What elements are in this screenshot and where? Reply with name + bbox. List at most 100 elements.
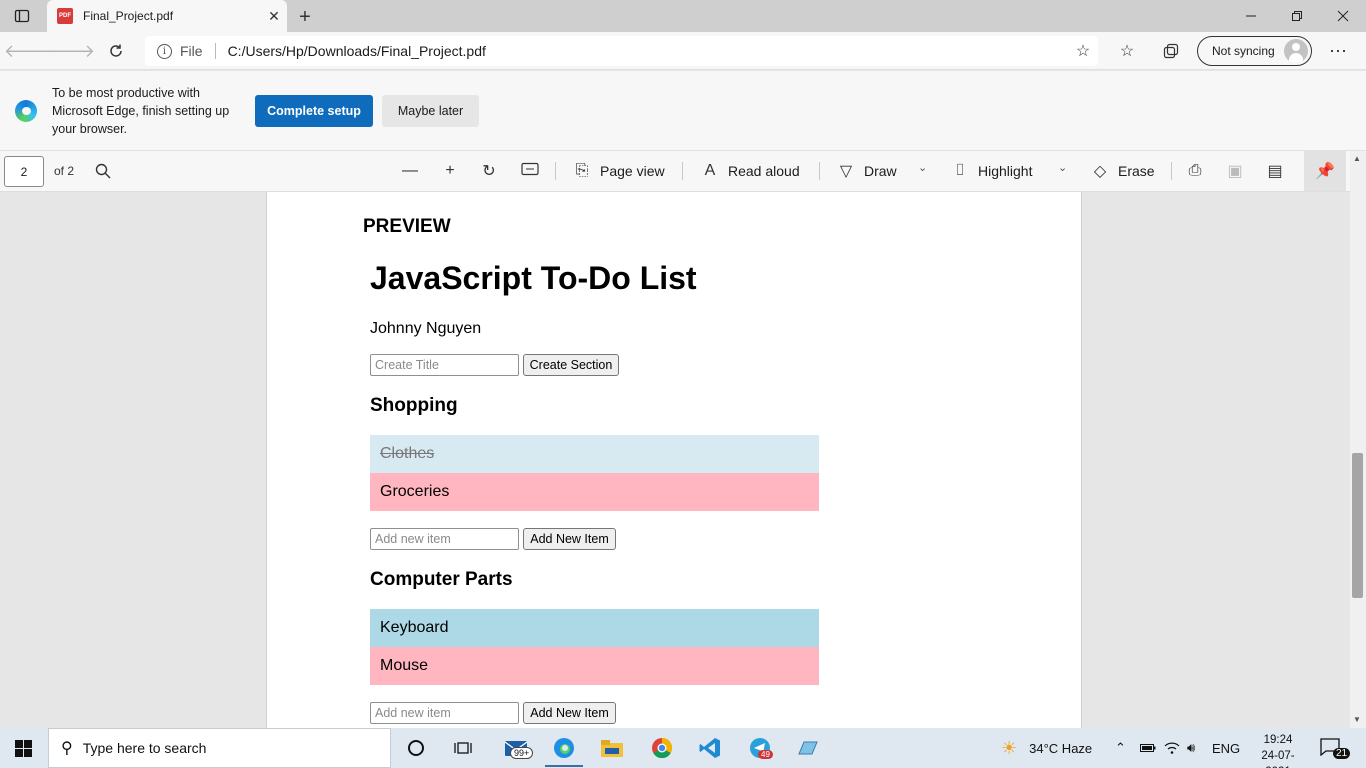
banner-message: To be most productive with Microsoft Edg… [52,86,230,136]
highlight-label: Highlight [978,163,1033,179]
edge-taskbar-icon[interactable] [548,732,580,764]
draw-icon: ▽ [839,163,853,180]
toolbar-divider [819,162,820,180]
navigation-bar: 🡐 🡒 i File C:/Users/Hp/Downloads/Final_P… [0,32,1366,70]
setup-banner: To be most productive with Microsoft Edg… [0,71,1366,151]
url-text[interactable]: C:/Users/Hp/Downloads/Final_Project.pdf [228,43,1068,59]
highlight-options-chevron-down-icon[interactable]: ⌄ [1058,161,1067,174]
highlight-icon: ⌷ [955,162,965,179]
tab-final-project[interactable]: PDF Final_Project.pdf ✕ [47,0,287,32]
back-icon[interactable]: 🡐 [4,37,52,65]
rotate-icon[interactable]: ↻ [481,159,507,183]
address-bar[interactable]: i File C:/Users/Hp/Downloads/Final_Proje… [145,36,1098,66]
section-title: Shopping [370,395,458,416]
print-icon[interactable]: ⎙ [1187,159,1213,183]
vscode-icon[interactable] [694,732,726,764]
highlight-button[interactable]: ⌷ Highlight [952,159,1032,183]
close-window-icon[interactable] [1320,0,1366,32]
fit-width-icon[interactable] [521,159,549,183]
erase-button[interactable]: ◇ Erase [1092,159,1155,183]
draw-options-chevron-down-icon[interactable]: ⌄ [918,161,927,174]
page-number-input[interactable]: 2 [4,156,44,187]
list-item[interactable]: Mouse [370,647,819,685]
page-total: of 2 [54,164,75,178]
address-divider [214,43,216,59]
tab-actions-icon[interactable] [14,8,30,24]
paint-icon[interactable] [792,732,824,764]
scroll-down-icon[interactable]: ▼ [1353,715,1361,724]
toolbar-divider [1171,162,1172,180]
tab-close-icon[interactable]: ✕ [261,3,287,29]
task-view-icon[interactable] [447,732,479,764]
add-item-button[interactable]: Add New Item [523,528,616,550]
taskbar-search-box[interactable]: ⚲ Type here to search [48,728,391,768]
weather-text: 34°C Haze [1029,740,1093,756]
complete-setup-button[interactable]: Complete setup [255,95,373,127]
create-section-button[interactable]: Create Section [523,354,619,376]
edge-active-indicator [545,765,583,767]
pin-toolbar-icon[interactable]: 📌 [1304,151,1346,191]
mail-badge: 99+ [510,747,534,759]
add-favorite-icon[interactable]: ☆ [1068,36,1098,66]
info-icon[interactable]: i [157,43,172,59]
author-name: Johnny Nguyen [370,320,482,337]
new-tab-button[interactable]: + [292,4,318,30]
file-explorer-icon[interactable] [596,732,628,764]
zoom-out-icon[interactable]: — [402,159,428,183]
draw-button[interactable]: ▽ Draw [838,159,897,183]
battery-icon[interactable] [1140,728,1156,768]
add-item-input[interactable]: Add new item [370,528,519,550]
forward-icon[interactable]: 🡒 [47,37,95,65]
erase-label: Erase [1118,163,1155,179]
read-aloud-icon: A [704,162,716,179]
read-aloud-button[interactable]: A Read aloud [702,159,800,183]
chrome-icon[interactable] [646,732,678,764]
weather-icon: ☀ [1001,737,1018,758]
toolbar-divider [682,162,683,180]
restore-icon[interactable] [1274,0,1320,32]
eraser-icon: ◇ [1093,163,1107,180]
tab-title: Final_Project.pdf [83,9,174,23]
system-clock[interactable]: 19:24 24-07-2021 [1249,732,1307,768]
avatar [1284,39,1308,63]
show-hidden-icons-icon[interactable]: ⌃ [1115,728,1126,768]
page-view-label: Page view [600,163,665,179]
zoom-in-icon[interactable]: + [442,159,468,183]
page-title: JavaScript To-Do List [370,260,697,296]
maybe-later-button[interactable]: Maybe later [382,95,479,127]
search-icon[interactable] [93,161,113,181]
draw-label: Draw [864,163,897,179]
collections-icon[interactable] [1157,38,1185,64]
toolbar-divider [555,162,556,180]
telegram-badge: 49 [758,750,773,759]
list-item[interactable]: Keyboard [370,609,819,647]
cortana-icon[interactable] [400,732,432,764]
weather-widget[interactable]: ☀ 34°C Haze [1001,728,1092,768]
profile-button[interactable]: Not syncing [1197,36,1312,66]
save-as-icon[interactable]: ▤ [1267,159,1293,183]
add-item-button[interactable]: Add New Item [523,702,616,724]
add-item-input[interactable]: Add new item [370,702,519,724]
minimize-icon[interactable] [1228,0,1274,32]
list-item[interactable]: Clothes [370,435,819,473]
profile-label: Not syncing [1212,44,1275,58]
address-scheme-label: File [180,43,203,59]
telegram-icon[interactable] [744,732,776,764]
language-indicator[interactable]: ENG [1212,728,1240,768]
save-icon[interactable]: ▣ [1227,159,1253,183]
windows-start-icon[interactable] [15,740,32,757]
favorites-icon[interactable]: ☆ [1113,38,1141,64]
volume-icon[interactable]: 🔊︎ [1187,728,1195,768]
create-title-input[interactable]: Create Title [370,354,519,376]
settings-more-icon[interactable]: ⋯ [1325,38,1351,64]
scroll-up-icon[interactable]: ▲ [1353,154,1361,163]
scrollbar-thumb[interactable] [1352,453,1363,598]
page-view-button[interactable]: ⎘ Page view [574,159,665,183]
notification-badge: 21 [1333,748,1351,759]
list-item[interactable]: Groceries [370,473,819,511]
wifi-icon[interactable] [1164,728,1180,768]
vertical-scrollbar[interactable] [1350,151,1366,728]
pdf-toolbar: 2 of 2 — + ↻ ⎘ Page view A Read aloud ▽ … [0,151,1350,192]
pdf-file-icon: PDF [57,8,73,24]
refresh-icon[interactable] [102,37,130,65]
